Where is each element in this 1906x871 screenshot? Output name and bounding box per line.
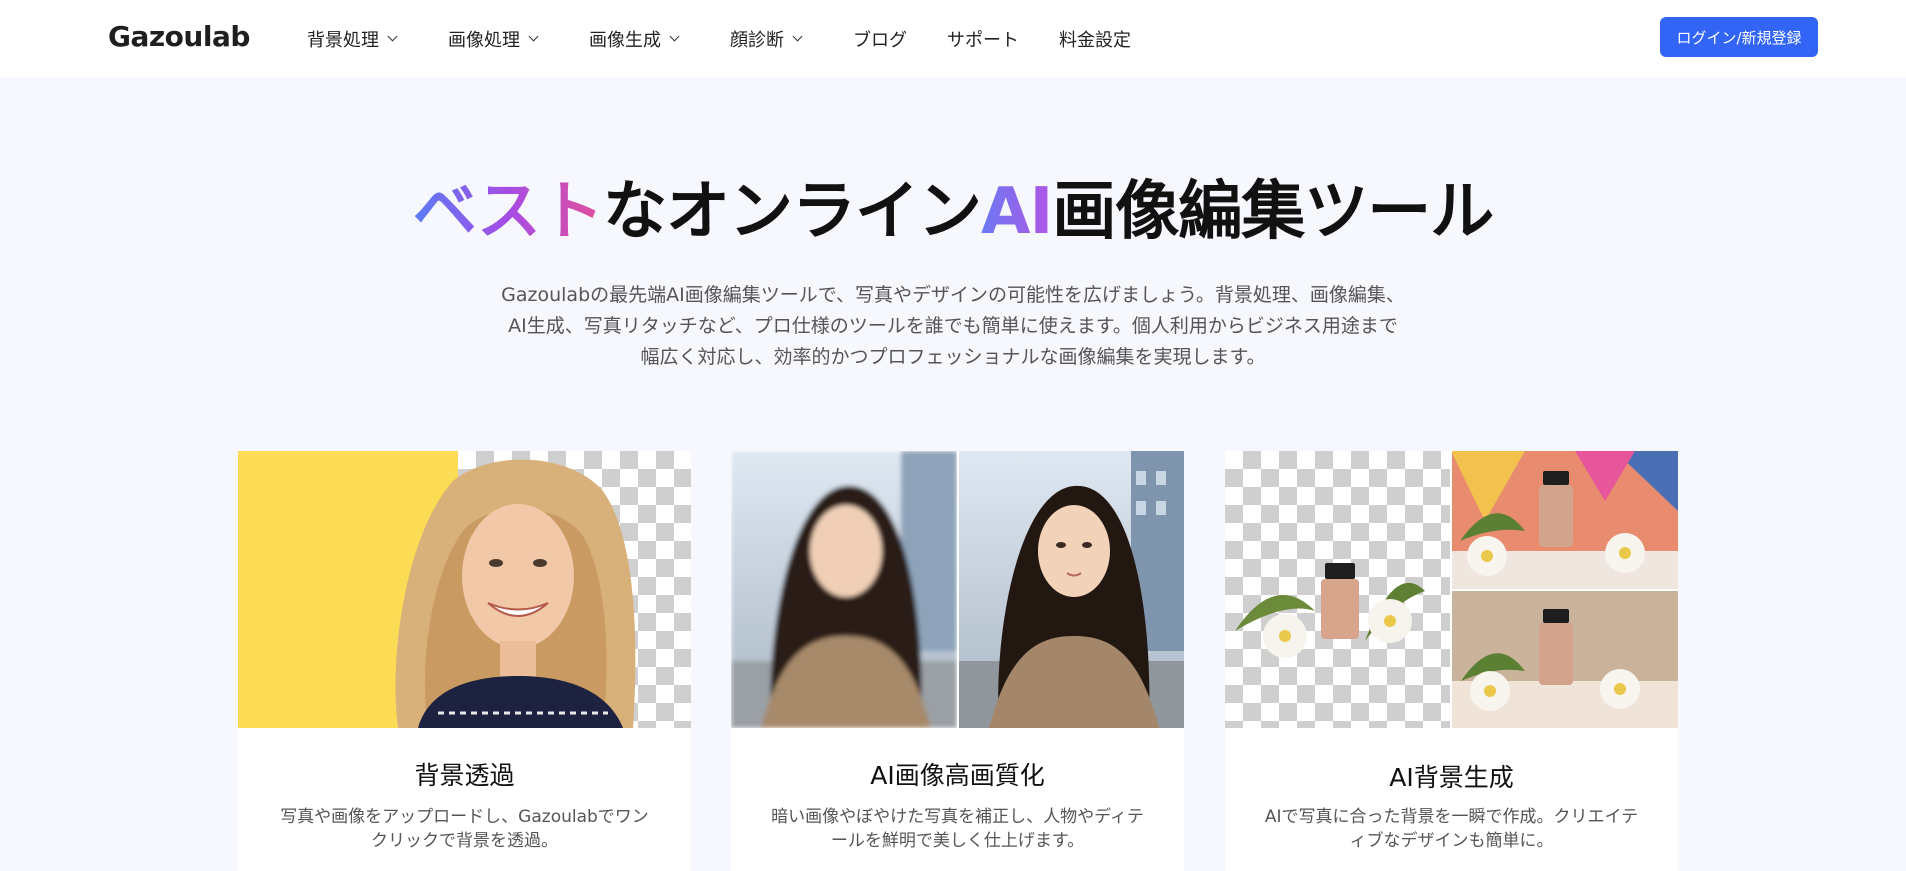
hero-title-text: なオンライン bbox=[602, 175, 982, 249]
ai-upscale-image bbox=[731, 451, 1184, 728]
chevron-down-icon bbox=[387, 31, 398, 41]
nav-label: 画像生成 bbox=[589, 29, 661, 51]
chevron-down-icon bbox=[792, 31, 803, 41]
hero-subtitle-line: AI生成、写真リタッチなど、プロ仕様のツールを誰でも簡単に使えます。個人利用から… bbox=[508, 315, 1398, 337]
nav-label: 画像処理 bbox=[448, 29, 520, 51]
nav-item-support[interactable]: サポート bbox=[947, 26, 1019, 52]
hero-title-text-end: 画像編集ツール bbox=[1052, 175, 1494, 249]
hero-title-ai: AI bbox=[980, 175, 1053, 249]
nav-label: 顔診断 bbox=[730, 29, 784, 51]
card-description: 暗い画像やぼやけた写真を補正し、人物やディテ ールを鮮明で美しく仕上げます。 bbox=[761, 805, 1154, 853]
ai-background-image bbox=[1225, 451, 1678, 728]
card-desc-line: ィブなデザインも簡単に。 bbox=[1349, 831, 1554, 851]
card-desc-line: 暗い画像やぼやけた写真を補正し、人物やディテ bbox=[771, 807, 1144, 827]
card-desc-line: AIで写真に合った背景を一瞬で作成。クリエイテ bbox=[1264, 807, 1639, 827]
hero-title-highlight: ベスト bbox=[412, 175, 604, 249]
card-description: AIで写真に合った背景を一瞬で作成。クリエイテ ィブなデザインも簡単に。 bbox=[1255, 805, 1648, 853]
nav-label: ブログ bbox=[853, 29, 907, 51]
nav-item-image-generation[interactable]: 画像生成 bbox=[589, 26, 680, 52]
feature-card-ai-background[interactable]: AI背景生成 AIで写真に合った背景を一瞬で作成。クリエイテ ィブなデザインも簡… bbox=[1225, 451, 1678, 871]
gazoulab-logo[interactable]: Gazoulab bbox=[108, 20, 250, 53]
chevron-down-icon bbox=[669, 31, 680, 41]
card-title: 背景透過 bbox=[414, 761, 515, 790]
card-title: AI背景生成 bbox=[1389, 763, 1514, 792]
feature-card-background-removal[interactable]: 背景透過 写真や画像をアップロードし、Gazoulabでワン クリックで背景を透… bbox=[238, 451, 691, 871]
background-removal-image bbox=[238, 451, 691, 728]
hero-subtitle: Gazoulabの最先端AI画像編集ツールで、写真やデザインの可能性を広げましょ… bbox=[460, 280, 1446, 373]
nav-item-background[interactable]: 背景処理 bbox=[307, 26, 398, 52]
site-header: Gazoulab 背景処理 画像処理 画像生成 顔診断 ブログ サポート 料金設… bbox=[0, 0, 1906, 77]
nav-item-pricing[interactable]: 料金設定 bbox=[1059, 26, 1131, 52]
nav-item-image-processing[interactable]: 画像処理 bbox=[448, 26, 539, 52]
nav-item-face-diagnosis[interactable]: 顔診断 bbox=[730, 26, 803, 52]
chevron-down-icon bbox=[528, 31, 539, 41]
hero-subtitle-line: 幅広く対応し、効率的かつプロフェッショナルな画像編集を実現します。 bbox=[640, 346, 1266, 368]
card-desc-line: 写真や画像をアップロードし、Gazoulabでワン bbox=[280, 807, 649, 827]
nav-label: 料金設定 bbox=[1059, 29, 1131, 51]
card-desc-line: クリックで背景を透過。 bbox=[371, 831, 558, 851]
hero-subtitle-line: Gazoulabの最先端AI画像編集ツールで、写真やデザインの可能性を広げましょ… bbox=[501, 284, 1405, 306]
hero-title: ベストなオンラインAI画像編集ツール bbox=[0, 160, 1906, 252]
card-title: AI画像高画質化 bbox=[870, 761, 1045, 790]
card-desc-line: ールを鮮明で美しく仕上げます。 bbox=[830, 831, 1085, 851]
main-nav: 背景処理 画像処理 画像生成 顔診断 ブログ サポート 料金設定 bbox=[307, 0, 1131, 77]
card-description: 写真や画像をアップロードし、Gazoulabでワン クリックで背景を透過。 bbox=[268, 805, 661, 853]
login-signup-button[interactable]: ログイン/新規登録 bbox=[1660, 17, 1818, 57]
feature-card-ai-upscale[interactable]: AI画像高画質化 暗い画像やぼやけた写真を補正し、人物やディテ ールを鮮明で美し… bbox=[731, 451, 1184, 871]
nav-label: サポート bbox=[947, 29, 1019, 51]
nav-item-blog[interactable]: ブログ bbox=[853, 26, 907, 52]
nav-label: 背景処理 bbox=[307, 29, 379, 51]
